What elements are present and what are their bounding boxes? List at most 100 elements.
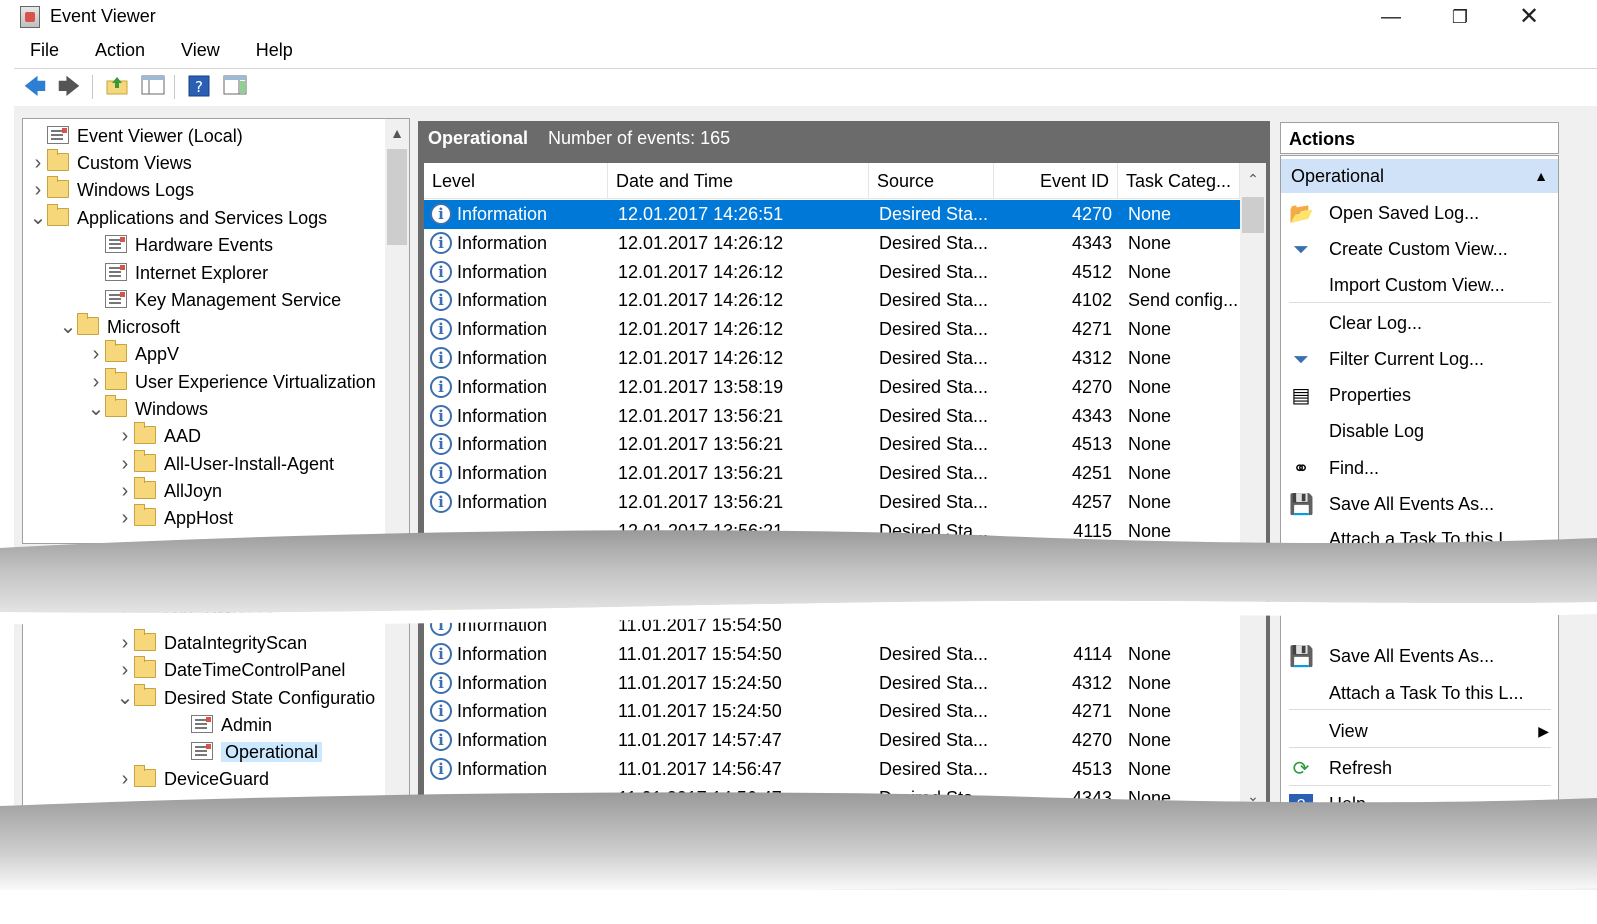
action-refresh[interactable]: ⟳ Refresh bbox=[1289, 751, 1551, 785]
collapse-arrow-icon[interactable]: ▲ bbox=[1534, 159, 1548, 193]
chevron-right-icon[interactable]: › bbox=[116, 630, 134, 656]
actions-section-operational[interactable]: Operational ▲ bbox=[1281, 159, 1558, 193]
table-row[interactable]: i Information 12.01.2017 14:26:12 Desired S… bbox=[424, 258, 1240, 287]
col-eventid[interactable]: Event ID bbox=[994, 163, 1118, 199]
tree-node-internet-explorer[interactable]: Internet Explorer bbox=[87, 260, 268, 286]
table-row[interactable]: i Information 12.01.2017 13:56:21 Desired S… bbox=[424, 430, 1240, 459]
tree-node-admin[interactable]: Admin bbox=[173, 712, 272, 738]
back-arrow-icon[interactable]: 🡄 bbox=[22, 75, 48, 99]
tree-node-windows-logs[interactable]: › Windows Logs bbox=[29, 176, 194, 203]
action-attach-a-task-to-this-l[interactable]: Attach a Task To this L... bbox=[1289, 522, 1551, 546]
chevron-down-icon[interactable]: ⌄ bbox=[29, 205, 47, 231]
tree-node-operational[interactable]: Operational bbox=[173, 739, 323, 765]
tree-node-apphost[interactable]: › AppHost bbox=[116, 504, 233, 531]
scroll-up-arrow-icon[interactable]: ⌃ bbox=[1240, 171, 1266, 188]
tree-node-desired-state-configuratio[interactable]: ⌄ Desired State Configuratio bbox=[116, 684, 375, 711]
show-hide-action-pane-icon[interactable] bbox=[222, 75, 248, 99]
scroll-up-arrow-icon[interactable]: ▲ bbox=[385, 125, 409, 141]
table-row[interactable]: i Information 12.01.2017 14:26:12 Desired S… bbox=[424, 286, 1240, 315]
tree-node-datetimecontrolpanel[interactable]: › DateTimeControlPanel bbox=[116, 656, 345, 683]
show-hide-tree-icon[interactable] bbox=[140, 75, 166, 99]
chevron-down-icon[interactable]: ⌄ bbox=[59, 314, 77, 340]
chevron-right-icon[interactable]: › bbox=[116, 603, 134, 629]
tree-node-hardware-events[interactable]: Hardware Events bbox=[87, 232, 273, 258]
col-task[interactable]: Task Categ... bbox=[1118, 163, 1240, 199]
action-filter-current-log[interactable]: ⏷ Filter Current Log... bbox=[1289, 342, 1551, 376]
action-create-custom-view[interactable]: ⏷ Create Custom View... bbox=[1289, 232, 1551, 266]
table-row[interactable]: i Information 12.01.2017 13:56:21 Desired S… bbox=[424, 402, 1240, 431]
tree-node-deviceguard[interactable]: › DeviceGuard bbox=[116, 765, 269, 792]
tree-node-appv[interactable]: › AppV bbox=[87, 340, 179, 367]
chevron-right-icon[interactable]: › bbox=[116, 451, 134, 477]
tree-scrollbar-lower[interactable] bbox=[385, 597, 409, 807]
table-row[interactable]: i Information 12.01.2017 13:58:19 Desired S… bbox=[424, 373, 1240, 402]
table-row[interactable]: i Information 11.01.2017 14:57:47 Desired S… bbox=[424, 726, 1240, 755]
table-row[interactable]: i11.01.2017 14:56:47Desired Sta...4343No… bbox=[424, 784, 1240, 808]
scroll-thumb[interactable] bbox=[1242, 197, 1264, 233]
table-row[interactable]: i Information 12.01.2017 14:26:51 Desired S… bbox=[424, 200, 1240, 229]
menu-help[interactable]: Help bbox=[240, 38, 293, 61]
tree-node-custom-views[interactable]: › Custom Views bbox=[29, 149, 192, 176]
menu-action[interactable]: Action bbox=[79, 38, 145, 61]
tree-node-applications-and-services-logs[interactable]: ⌄ Applications and Services Logs bbox=[29, 204, 327, 231]
tree-node-aad[interactable]: › AAD bbox=[116, 422, 201, 449]
action-help[interactable]: ? Help bbox=[1289, 787, 1551, 807]
col-source[interactable]: Source bbox=[869, 163, 994, 199]
table-row[interactable]: i Information 11.01.2017 15:54:50 Desired S… bbox=[424, 640, 1240, 669]
scroll-down-arrow-icon[interactable]: ⌄ bbox=[1240, 788, 1266, 805]
up-folder-icon[interactable] bbox=[104, 75, 130, 99]
minimize-button[interactable]: — bbox=[1368, 2, 1414, 32]
tree-node-all-user-install-agent[interactable]: › All-User-Install-Agent bbox=[116, 450, 334, 477]
list-scrollbar-lower[interactable]: ⌄ bbox=[1240, 596, 1266, 808]
chevron-right-icon[interactable]: › bbox=[29, 177, 47, 203]
tree-node-microsoft[interactable]: ⌄ Microsoft bbox=[59, 313, 180, 340]
col-date[interactable]: Date and Time bbox=[608, 163, 869, 199]
table-row[interactable]: i Information 11.01.2017 15:54:50 bbox=[424, 611, 1240, 640]
action-disable-log[interactable]: Disable Log bbox=[1289, 414, 1551, 448]
chevron-right-icon[interactable]: › bbox=[116, 505, 134, 531]
tree-scrollbar[interactable]: ▲ bbox=[385, 119, 409, 543]
table-row[interactable]: i Information 12.01.2017 14:26:12 Desired S… bbox=[424, 229, 1240, 258]
tree-node-windows[interactable]: ⌄ Windows bbox=[87, 395, 208, 422]
chevron-down-icon[interactable]: ⌄ bbox=[87, 396, 105, 422]
tree-node-key-management-service[interactable]: Key Management Service bbox=[87, 287, 341, 313]
chevron-down-icon[interactable]: ⌄ bbox=[116, 685, 134, 711]
chevron-right-icon[interactable]: › bbox=[87, 341, 105, 367]
action-save-all-events-as[interactable]: 💾 Save All Events As... bbox=[1289, 487, 1551, 521]
table-row[interactable]: i Information 12.01.2017 13:56:21 Desired S… bbox=[424, 488, 1240, 517]
scroll-thumb[interactable] bbox=[387, 149, 407, 245]
table-row[interactable]: i Information 12.01.2017 14:26:12 Desired S… bbox=[424, 315, 1240, 344]
help-icon[interactable]: ? bbox=[186, 75, 212, 99]
table-row[interactable]: i Information 11.01.2017 14:56:47 Desired S… bbox=[424, 755, 1240, 784]
tree-node-user-experience-virtualization[interactable]: › User Experience Virtualization bbox=[87, 368, 376, 395]
chevron-right-icon[interactable]: › bbox=[116, 478, 134, 504]
table-row[interactable]: i Information 11.01.2017 15:24:50 Desired S… bbox=[424, 669, 1240, 698]
action-import-custom-view[interactable]: Import Custom View... bbox=[1289, 268, 1551, 302]
action-attach-a-task-to-this-l[interactable]: Attach a Task To this L... bbox=[1289, 676, 1551, 710]
table-row[interactable]: i Information 12.01.2017 14:26:12 Desired S… bbox=[424, 344, 1240, 373]
forward-arrow-icon[interactable]: 🡆 bbox=[56, 75, 82, 99]
table-row[interactable]: i Information 12.01.2017 13:56:21 Desired S… bbox=[424, 459, 1240, 488]
table-row[interactable]: i12.01.2017 13:56:21Desired Sta...4115No… bbox=[424, 517, 1240, 546]
restore-button[interactable]: ❐ bbox=[1437, 2, 1483, 32]
chevron-right-icon[interactable]: › bbox=[87, 369, 105, 395]
table-row[interactable]: i Information 11.01.2017 15:24:50 Desired S… bbox=[424, 697, 1240, 726]
chevron-right-icon[interactable]: › bbox=[116, 423, 134, 449]
chevron-right-icon[interactable]: › bbox=[116, 766, 134, 792]
menu-file[interactable]: File bbox=[14, 38, 59, 61]
list-scrollbar[interactable]: ⌃ bbox=[1240, 163, 1266, 547]
tree-node-event-viewer-local[interactable]: Event Viewer (Local) bbox=[29, 123, 243, 149]
action-clear-log[interactable]: Clear Log... bbox=[1289, 306, 1551, 340]
tree-node-dal-provider[interactable]: › DAL-Provider bbox=[116, 602, 272, 629]
close-button[interactable]: ✕ bbox=[1506, 2, 1552, 32]
action-save-all-events-as[interactable]: 💾 Save All Events As... bbox=[1289, 639, 1551, 673]
tree-node-dataintegrityscan[interactable]: › DataIntegrityScan bbox=[116, 629, 307, 656]
menu-view[interactable]: View bbox=[165, 38, 220, 61]
action-view[interactable]: View ▶ bbox=[1289, 714, 1551, 748]
action-find[interactable]: ⚭ Find... bbox=[1289, 451, 1551, 485]
action-open-saved-log[interactable]: 📂 Open Saved Log... bbox=[1289, 196, 1551, 230]
col-level[interactable]: Level bbox=[424, 163, 608, 199]
tree-node-alljoyn[interactable]: › AllJoyn bbox=[116, 477, 222, 504]
chevron-right-icon[interactable]: › bbox=[116, 657, 134, 683]
action-properties[interactable]: ▤ Properties bbox=[1289, 378, 1551, 412]
